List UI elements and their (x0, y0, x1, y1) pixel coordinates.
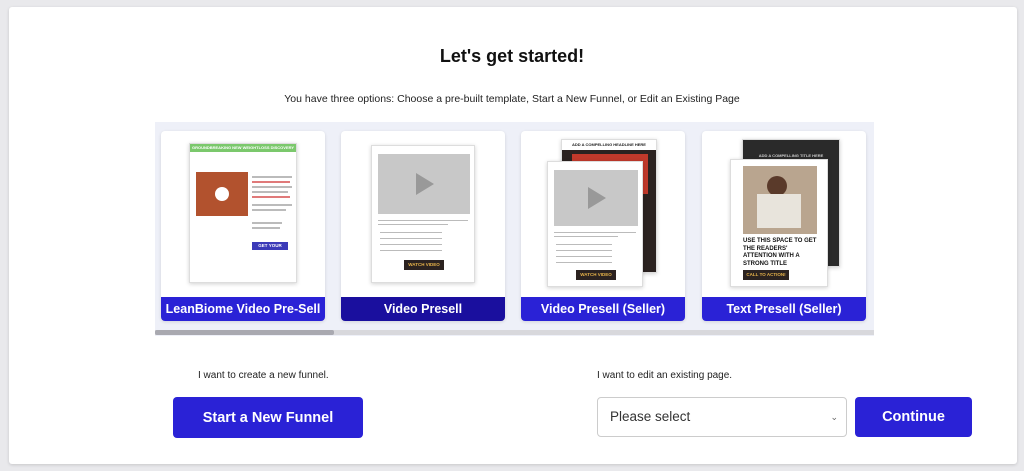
preview-bullet (556, 256, 612, 257)
new-funnel-caption: I want to create a new funnel. (198, 370, 329, 381)
template-card-label: Text Presell (Seller) (702, 297, 866, 321)
play-icon (416, 173, 434, 195)
template-preview: GROUNDBREAKING NEW WEIGHTLOSS DISCOVERY … (189, 143, 297, 283)
template-card-label: LeanBiome Video Pre-Sell (161, 297, 325, 321)
preview-line (378, 220, 468, 221)
video-thumbnail (196, 172, 248, 216)
edit-page-caption: I want to edit an existing page. (597, 370, 733, 381)
preview-cta-button: WATCH VIDEO (576, 270, 616, 280)
template-card-leanbiome[interactable]: GROUNDBREAKING NEW WEIGHTLOSS DISCOVERY … (161, 131, 325, 321)
preview-cta-button: CALL TO ACTION! (743, 270, 789, 280)
preview-line (252, 186, 292, 188)
preview-image (743, 166, 817, 234)
preview-line (554, 232, 636, 233)
preview-cta-button: GET YOUR SAFE BIG IT (252, 242, 288, 256)
preview-line (252, 222, 282, 224)
preview-line (252, 181, 290, 183)
preview-bullet (380, 232, 442, 233)
existing-page-select[interactable]: Please select ⌄ (597, 397, 847, 437)
template-card-video-presell-seller[interactable]: ADD A COMPELLING HEADLINE HERE WATCH VID… (521, 131, 685, 321)
preview-bullet (556, 244, 612, 245)
template-preview: USE THIS SPACE TO GET THE READERS' ATTEN… (730, 159, 828, 287)
page-title: Let's get started! (439, 46, 585, 66)
select-value: Please select (610, 409, 691, 424)
page-subtitle: You have three options: Choose a pre-bui… (284, 93, 740, 105)
carousel-scrollbar-thumb[interactable] (155, 330, 334, 335)
preview-line (554, 236, 618, 237)
preview-line (252, 196, 290, 198)
chevron-down-icon: ⌄ (830, 412, 838, 422)
preview-image-figure (767, 176, 787, 196)
template-preview: WATCH VIDEO (547, 161, 643, 287)
preview-line (378, 224, 448, 225)
video-thumbnail (554, 170, 638, 226)
preview-line (252, 176, 292, 178)
template-card-label: Video Presell (Seller) (521, 297, 685, 321)
continue-button[interactable]: Continue (855, 397, 972, 437)
preview-bullet (380, 244, 442, 245)
preview-bullet (556, 250, 612, 251)
play-icon (215, 187, 229, 201)
template-card-label: Video Presell (341, 297, 505, 321)
template-preview: WATCH VIDEO (371, 145, 475, 283)
template-card-text-presell-seller[interactable]: ADD A COMPELLING TITLE HERE USE THIS SPA… (702, 131, 866, 321)
video-thumbnail (378, 154, 470, 214)
preview-line (252, 204, 292, 206)
preview-headline: ADD A COMPELLING HEADLINE HERE (562, 140, 656, 150)
preview-cta-button: WATCH VIDEO (404, 260, 444, 270)
start-new-funnel-button[interactable]: Start a New Funnel (173, 397, 363, 438)
preview-line (252, 227, 280, 229)
preview-bullet (380, 238, 442, 239)
preview-bullet (556, 262, 612, 263)
play-icon (588, 187, 606, 209)
template-card-video-presell[interactable]: WATCH VIDEO Video Presell (341, 131, 505, 321)
preview-line (252, 191, 288, 193)
preview-title: USE THIS SPACE TO GET THE READERS' ATTEN… (743, 238, 817, 267)
preview-banner: GROUNDBREAKING NEW WEIGHTLOSS DISCOVERY (190, 144, 296, 152)
preview-image-figure (757, 194, 801, 228)
preview-bullet (380, 250, 442, 251)
preview-line (252, 209, 286, 211)
